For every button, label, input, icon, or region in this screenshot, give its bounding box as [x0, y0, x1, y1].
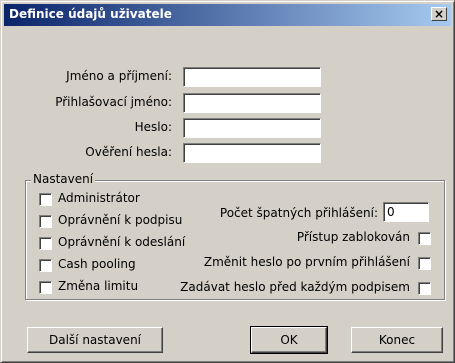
limit-change-checkbox[interactable]	[39, 281, 52, 294]
more-settings-button[interactable]: Další nastavení	[27, 327, 163, 353]
sign-permission-checkbox[interactable]	[39, 215, 52, 228]
access-blocked-label: Přístup zablokován	[296, 230, 410, 244]
password-label: Heslo:	[134, 120, 172, 134]
access-blocked-checkbox[interactable]	[418, 232, 431, 245]
title-bar[interactable]: Definice údajů uživatele ×	[4, 4, 451, 26]
name-label: Jméno a příjmení:	[66, 69, 172, 83]
administrator-label: Administrátor	[58, 191, 140, 205]
password-each-sign-checkbox[interactable]	[418, 282, 431, 295]
bad-logins-field[interactable]	[383, 202, 429, 222]
dialog-window: Definice údajů uživatele × Jméno a příjm…	[0, 0, 455, 363]
window-title: Definice údajů uživatele	[9, 7, 172, 21]
change-password-checkbox[interactable]	[418, 257, 431, 270]
change-password-label: Změnit heslo po prvním přihlášení	[203, 255, 410, 269]
password-confirm-field[interactable]	[183, 143, 321, 163]
cash-pooling-checkbox[interactable]	[39, 259, 52, 272]
send-permission-checkbox[interactable]	[39, 237, 52, 250]
close-icon[interactable]: ×	[431, 7, 447, 21]
password-field[interactable]	[183, 118, 321, 138]
bad-logins-label: Počet špatných přihlášení:	[219, 206, 378, 220]
cash-pooling-label: Cash pooling	[58, 257, 136, 271]
password-confirm-label: Ověření hesla:	[85, 145, 172, 159]
close-button[interactable]: Konec	[351, 327, 443, 353]
settings-legend: Nastavení	[31, 172, 96, 186]
ok-button[interactable]: OK	[250, 326, 328, 354]
password-each-sign-label: Zadávat heslo před každým podpisem	[180, 280, 410, 294]
send-permission-label: Oprávnění k odeslání	[58, 235, 186, 249]
name-field[interactable]	[183, 67, 321, 87]
limit-change-label: Změna limitu	[58, 279, 139, 293]
administrator-checkbox[interactable]	[39, 193, 52, 206]
login-label: Přihlašovací jméno:	[55, 95, 172, 109]
sign-permission-label: Oprávnění k podpisu	[58, 213, 183, 227]
login-field[interactable]	[183, 93, 321, 113]
